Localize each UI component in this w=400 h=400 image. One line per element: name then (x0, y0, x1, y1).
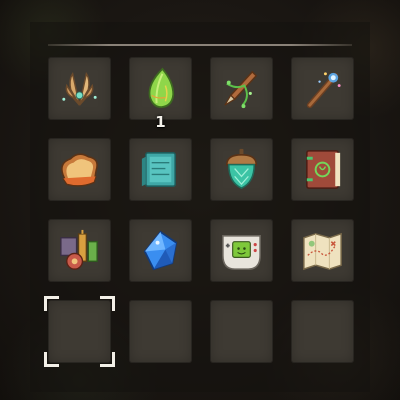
header-divider (48, 44, 352, 46)
inventory-slot-13-selected[interactable] (44, 296, 115, 367)
inventory-slot-15[interactable] (210, 300, 273, 363)
blue-crystal-icon (143, 230, 178, 271)
inventory-slot-5[interactable] (48, 138, 111, 201)
inventory-slot-4[interactable] (291, 57, 354, 120)
inventory-slot-1[interactable] (48, 57, 111, 120)
inventory-slot-7[interactable] (210, 138, 273, 201)
inventory-slot-12[interactable] (291, 219, 354, 282)
inventory-slot-10[interactable] (129, 219, 192, 282)
inventory-grid: 1 (44, 57, 354, 367)
selection-cursor-corner (100, 352, 115, 367)
acorn-icon (226, 148, 257, 189)
vine-dagger-icon (224, 70, 258, 109)
feather-charm-icon (62, 71, 97, 106)
spellbook-icon (306, 150, 341, 189)
magic-wand-icon (306, 72, 341, 109)
selection-cursor-corner (100, 296, 115, 311)
toast-icon (61, 153, 98, 187)
inventory-slot-14[interactable] (129, 300, 192, 363)
selection-cursor-corner (44, 296, 59, 311)
inventory-slot-8[interactable] (291, 138, 354, 201)
inventory-slot-3[interactable] (210, 57, 273, 120)
handheld-console-icon (222, 235, 261, 270)
inventory-slot-2[interactable]: 1 (129, 57, 192, 131)
selection-cursor-corner (44, 352, 59, 367)
inventory-slot-11[interactable] (210, 219, 273, 282)
item-count: 1 (155, 113, 166, 131)
treasure-map-icon (303, 232, 342, 271)
inventory-slot-16[interactable] (291, 300, 354, 363)
green-leaf-icon (148, 67, 175, 109)
inventory-slot-6[interactable] (129, 138, 192, 201)
machine-device-icon (60, 229, 98, 270)
inventory-slot-9[interactable] (48, 219, 111, 282)
teal-map-icon (141, 152, 176, 187)
